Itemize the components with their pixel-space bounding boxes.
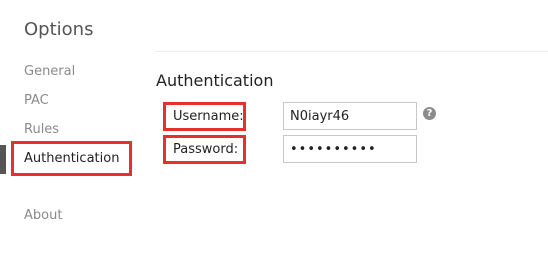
- password-input[interactable]: [283, 135, 417, 163]
- sidebar-item-rules[interactable]: Rules: [24, 122, 59, 137]
- header-divider: [155, 51, 548, 52]
- username-input[interactable]: [283, 102, 417, 130]
- section-title: Authentication: [156, 71, 274, 90]
- sidebar-item-about[interactable]: About: [24, 208, 62, 223]
- sidebar: Options General PAC Rules Authentication…: [0, 0, 150, 265]
- active-item-marker: [0, 145, 6, 174]
- question-circle-icon[interactable]: ?: [423, 107, 436, 120]
- sidebar-item-general[interactable]: General: [24, 64, 75, 79]
- app-title: Options: [24, 19, 94, 40]
- username-label: Username:: [173, 109, 244, 124]
- password-label: Password:: [173, 142, 239, 157]
- sidebar-item-pac[interactable]: PAC: [24, 93, 49, 108]
- sidebar-item-authentication[interactable]: Authentication: [24, 151, 119, 166]
